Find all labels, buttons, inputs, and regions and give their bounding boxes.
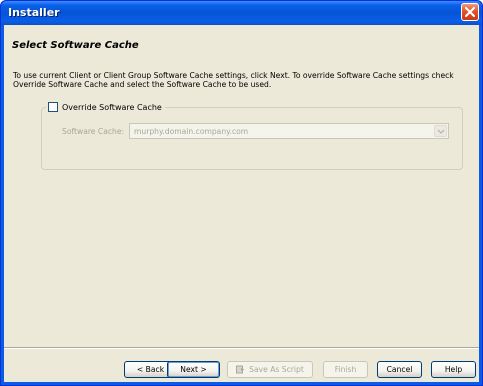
page-description: To use current Client or Client Group So… (13, 71, 454, 89)
wizard-body: Select Software Cache To use current Cli… (4, 25, 479, 382)
close-icon (465, 7, 475, 17)
title-bar[interactable]: Installer (1, 1, 482, 25)
cancel-button[interactable]: Cancel (377, 361, 422, 378)
override-software-cache-label: Override Software Cache (62, 102, 162, 112)
override-checkbox-row[interactable]: Override Software Cache (46, 102, 165, 112)
page-title: Select Software Cache (12, 40, 139, 51)
software-cache-value: murphy.domain.company.com (134, 127, 249, 136)
override-software-cache-checkbox[interactable] (48, 102, 58, 112)
close-button[interactable] (461, 3, 479, 21)
window-title: Installer (8, 6, 60, 19)
help-button[interactable]: Help (431, 361, 476, 378)
footer-separator (4, 347, 479, 349)
save-as-script-button[interactable]: Save As Script (227, 361, 313, 378)
software-cache-select[interactable]: murphy.domain.company.com (129, 123, 449, 139)
save-as-script-label: Save As Script (249, 365, 304, 374)
script-icon (236, 365, 245, 374)
chevron-down-icon (437, 129, 445, 134)
software-cache-label: Software Cache: (62, 127, 125, 136)
installer-window: Installer Select Software Cache To use c… (0, 0, 483, 386)
dropdown-arrow-button[interactable] (434, 125, 447, 137)
finish-button[interactable]: Finish (323, 361, 368, 378)
next-button[interactable]: Next > (167, 361, 220, 378)
